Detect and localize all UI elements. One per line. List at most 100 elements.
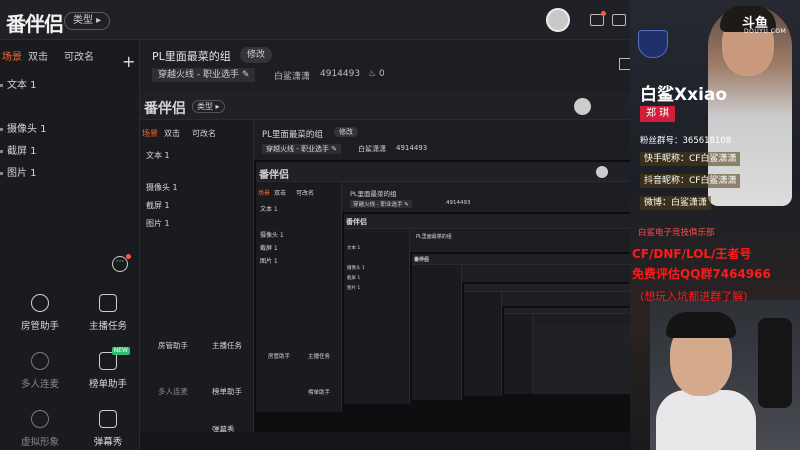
nested-preview-3: 番伴侣 文本 1 摄像头 1 截屏 1 图片 1 PL里面最菜的组 番伴侣 (344, 214, 630, 404)
source-item-screenshot[interactable]: 截屏 1 (0, 142, 37, 157)
nested-preview-1: 番伴侣 类型 ▸ 场景 双击 可改名 文本 1 摄像头 1 截屏 1 图片 1 … (140, 92, 630, 450)
nested-preview-area (502, 306, 630, 396)
tool-label: 榜单助手 (88, 379, 127, 390)
nested-source: 图片 1 (146, 219, 170, 228)
app-logo: 番伴侣 (6, 12, 64, 36)
nested-source: 摄像头 1 (260, 232, 284, 239)
tab-double-click[interactable]: 双击 (28, 48, 48, 63)
type-button[interactable]: 类型 ▸ (64, 12, 111, 30)
tool-label: 虚拟形象 (20, 437, 59, 448)
add-source-button[interactable]: + (122, 52, 135, 71)
club-name: 白鲨电子竞技俱乐部 (638, 228, 715, 238)
nested-tool: 主播任务 (212, 341, 242, 350)
tool-multi-link[interactable]: 多人连麦 (10, 352, 70, 390)
ad-line-2: 免费评估QQ群7464966 (632, 267, 771, 281)
hot-count: ♨ 0 (368, 69, 385, 79)
user-avatar[interactable] (546, 8, 570, 32)
nested-sidebar (504, 314, 533, 394)
nested-avatar (574, 98, 591, 115)
nested-sidebar (412, 265, 462, 400)
nested-source: 图片 1 (347, 286, 361, 291)
more-tools-button[interactable]: ··· (112, 256, 128, 272)
screen-icon[interactable] (612, 14, 626, 26)
tab-rename[interactable]: 可改名 (64, 48, 94, 63)
nested-source: 图片 1 (260, 258, 278, 265)
nested-topbar (464, 284, 630, 292)
nested-tab: 场景 (142, 129, 158, 138)
nested-source: 文本 1 (260, 206, 278, 213)
nested-logo: 番伴侣 (259, 170, 289, 181)
streamer-name: 白鲨Xxiao (640, 85, 728, 105)
source-item-camera[interactable]: 摄像头 1 (0, 120, 47, 135)
source-item-text[interactable]: 文本 1 (0, 76, 37, 91)
nested-preview-2: 番伴侣 场景 双击 可改名 文本 1 摄像头 1 截屏 1 图片 1 房管助手 … (256, 162, 630, 412)
stream-overlay: 斗鱼 DOUYU.COM 白鲨Xxiao 郑 琪 粉丝群号：365618108 … (630, 0, 800, 450)
nested-room-id: 4914493 (396, 144, 428, 152)
weibo-name: 微博：白鲨潇潇 (640, 196, 712, 210)
nested-tool: 主播任务 (308, 354, 331, 360)
platform-domain: DOUYU.COM (744, 28, 787, 35)
nested-preview-area: 番伴侣 场景 双击 可改名 文本 1 摄像头 1 截屏 1 图片 1 房管助手 … (254, 160, 630, 450)
tool-danmaku-show[interactable]: 弹幕秀 (78, 410, 138, 448)
nested-topbar: 番伴侣 (344, 214, 630, 229)
douyin-name: 抖音昵称：CF白鲨潇潇 (640, 174, 741, 188)
bullet-icon (0, 127, 3, 131)
nested-room-title: PL里面最菜的组 (262, 130, 323, 140)
room-title: PL里面最菜的组 (152, 50, 231, 63)
ad-line-3: (想玩入坑都进群了解) (640, 290, 748, 303)
nested-sidebar: 文本 1 摄像头 1 截屏 1 图片 1 (344, 229, 410, 404)
manager-icon (31, 294, 49, 312)
nested-tool: 榜单助手 (212, 387, 242, 396)
nested-tab: 可改名 (296, 190, 315, 197)
tool-avatar[interactable]: 虚拟形象 (10, 410, 70, 448)
tab-scene[interactable]: 场景 (2, 48, 22, 63)
nested-tab: 可改名 (192, 129, 216, 138)
source-label: 摄像头 1 (7, 124, 47, 135)
nested-logo: 番伴侣 (414, 257, 430, 263)
webcam-person-hair (666, 312, 736, 338)
tool-streamer-task[interactable]: 主播任务 (78, 294, 138, 332)
room-id: 4914493 (320, 69, 361, 79)
notification-dot (601, 11, 606, 16)
tool-ranking[interactable]: NEW 榜单助手 (78, 347, 138, 390)
nested-preview-area (462, 282, 630, 400)
nested-category: 穿越火线 - 职业选手 ✎ (262, 144, 342, 154)
stream-preview: 番伴侣 类型 ▸ 场景 双击 可改名 文本 1 摄像头 1 截屏 1 图片 1 … (140, 92, 630, 450)
kuaishou-name: 快手昵称：CF白鲨潇潇 (640, 152, 741, 166)
nested-preview-area (533, 325, 630, 394)
category-chip[interactable]: 穿越火线 - 职业选手 ✎ (152, 68, 256, 82)
nested-preview-area: 番伴侣 文本 1 摄像头 1 截屏 1 图片 1 PL里面最菜的组 番伴侣 (342, 212, 630, 412)
top-bar: 番伴侣 类型 ▸ (0, 0, 630, 40)
edit-title-button[interactable]: 修改 (240, 47, 273, 63)
owner-name: 白鲨潇潇 (274, 72, 311, 82)
ranking-icon: NEW (99, 347, 130, 370)
nested-tool: 榜单助手 (308, 390, 331, 396)
nested-tool: 多人连麦 (158, 387, 188, 396)
nested-topbar: 番伴侣 (256, 162, 630, 182)
download-icon (31, 410, 49, 428)
nested-tab: 双击 (274, 190, 287, 197)
nested-sidebar: 场景 双击 可改名 文本 1 摄像头 1 截屏 1 图片 1 房管助手 主播任务… (256, 182, 342, 412)
real-name-tag: 郑 琪 (640, 106, 676, 122)
nested-source: 截屏 1 (146, 201, 170, 210)
source-sidebar: 场景 双击 可改名 + 文本 1 摄像头 1 截屏 1 图片 1 ··· 房管助… (0, 40, 140, 450)
team-logo-icon (638, 30, 668, 58)
source-label: 截屏 1 (7, 146, 37, 157)
nested-edit: 修改 (334, 127, 358, 137)
nested-tool: 房管助手 (268, 354, 291, 360)
nested-source: 文本 1 (347, 246, 361, 251)
bullet-icon (0, 149, 3, 153)
toolbox-icon[interactable] (619, 58, 630, 70)
nested-source: 文本 1 (146, 151, 170, 160)
nested-preview-4: 番伴侣 (412, 254, 630, 400)
nested-topbar: 番伴侣 (412, 254, 630, 265)
nested-sidebar (464, 292, 502, 396)
hot-count-value: 0 (378, 69, 385, 79)
bullet-icon (0, 171, 3, 175)
source-item-image[interactable]: 图片 1 (0, 164, 37, 179)
tool-room-manager[interactable]: 房管助手 (10, 294, 70, 332)
nested-logo: 番伴侣 (144, 101, 186, 117)
nested-topbar: 番伴侣 类型 ▸ (140, 92, 630, 120)
bullet-icon (0, 83, 3, 87)
webcam-person-shirt (656, 390, 756, 450)
